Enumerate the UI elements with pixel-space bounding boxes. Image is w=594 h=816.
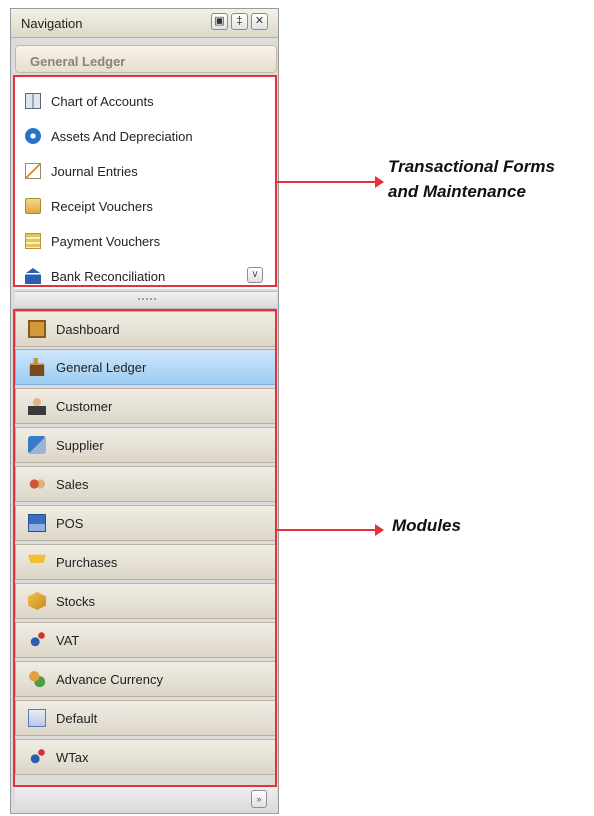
module-overflow-bar: » <box>15 785 277 812</box>
splitter-grip[interactable] <box>138 298 156 302</box>
arrow-right-icon <box>375 524 384 536</box>
transactional-highlight-box <box>13 75 277 287</box>
pane-splitter[interactable] <box>15 291 277 309</box>
arrow-right-icon <box>375 176 384 188</box>
navigation-header: Navigation ▣ ‡ ✕ <box>11 9 278 38</box>
transactional-callout: Transactional Forms and Maintenance <box>388 154 555 204</box>
pin-icon[interactable]: ‡ <box>231 13 248 30</box>
chevron-right-icon[interactable]: » <box>251 790 267 808</box>
section-title: General Ledger <box>15 45 277 73</box>
modules-highlight-box <box>13 309 277 787</box>
transactional-callout-line2: and Maintenance <box>388 182 526 201</box>
dock-icon[interactable]: ▣ <box>211 13 228 30</box>
transactional-callout-line1: Transactional Forms <box>388 157 555 176</box>
transactional-arrow-line <box>277 181 375 183</box>
close-icon[interactable]: ✕ <box>251 13 268 30</box>
navigation-title: Navigation <box>21 16 83 31</box>
modules-callout: Modules <box>392 516 461 535</box>
modules-arrow-line <box>277 529 375 531</box>
